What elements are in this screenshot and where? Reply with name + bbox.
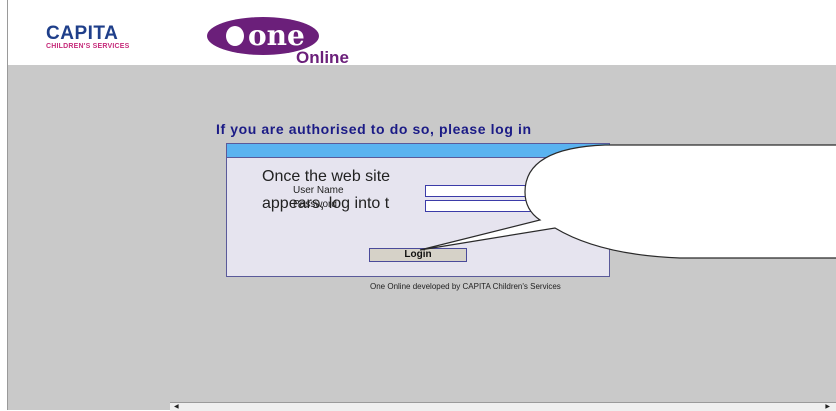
callout-bubble-shape: [419, 144, 836, 259]
login-heading: If you are authorised to do so, please l…: [216, 121, 532, 137]
one-logo-swoosh-inner: [226, 26, 244, 46]
capita-logo-subtitle: CHILDREN'S SERVICES: [46, 43, 130, 50]
scroll-left-arrow-icon[interactable]: ◀: [174, 404, 179, 410]
developer-credit: One Online developed by CAPITA Children'…: [370, 282, 561, 291]
callout-line-1: Once the web site: [262, 168, 391, 185]
capita-logo-text: CAPITA: [46, 23, 119, 44]
scroll-right-arrow-icon[interactable]: ▶: [825, 404, 830, 410]
one-logo-online-text: Online: [296, 48, 349, 66]
capita-logo: CAPITA CHILDREN'S SERVICES: [46, 24, 166, 50]
callout-text: Once the web site appears, log into t: [262, 163, 442, 217]
callout-line-2: appears, log into t: [262, 195, 390, 212]
callout-bubble: [419, 144, 836, 259]
site-header: CAPITA CHILDREN'S SERVICES one Online: [8, 0, 836, 66]
one-online-logo: one Online: [207, 17, 349, 66]
